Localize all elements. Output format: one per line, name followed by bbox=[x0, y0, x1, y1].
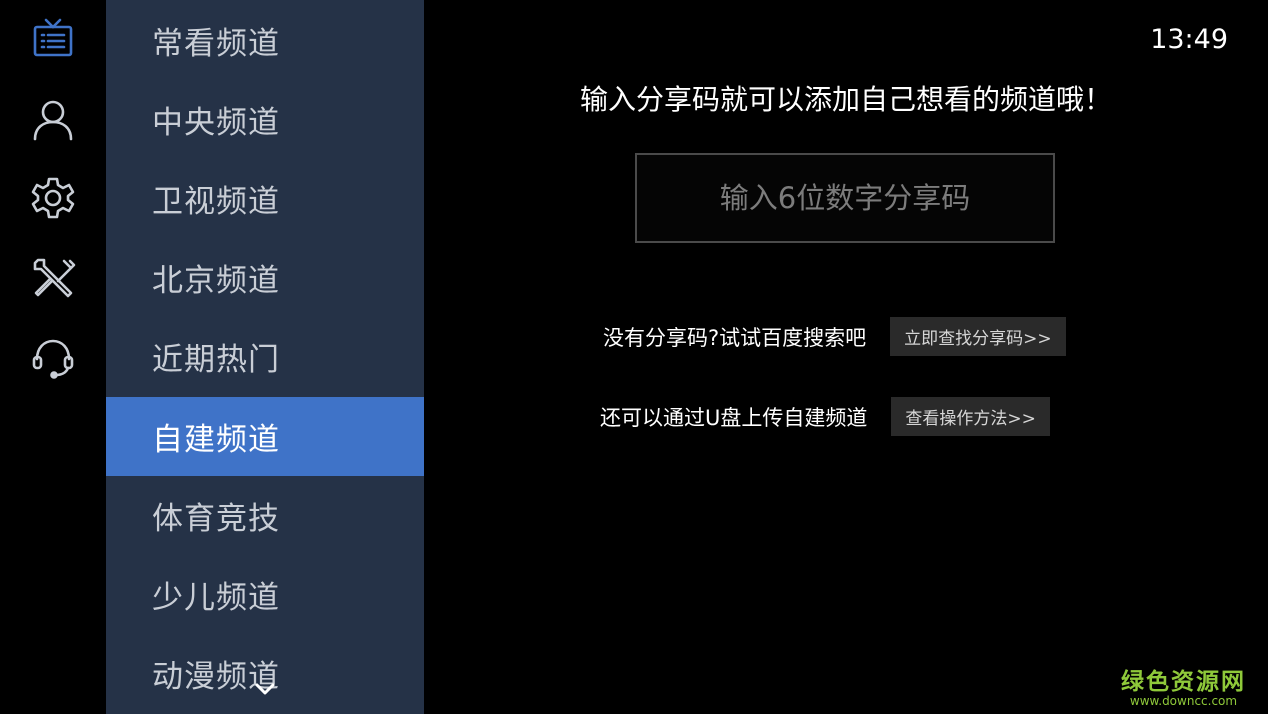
gear-icon bbox=[31, 177, 75, 219]
icon-rail bbox=[0, 0, 106, 714]
menu-item-satellite[interactable]: 卫视频道 bbox=[106, 159, 424, 238]
menu-item-custom[interactable]: 自建频道 bbox=[106, 397, 424, 476]
rail-item-support[interactable] bbox=[28, 332, 78, 382]
search-hint-row: 没有分享码?试试百度搜索吧 立即查找分享码>> bbox=[603, 317, 1066, 356]
channel-menu: 常看频道 中央频道 卫视频道 北京频道 近期热门 自建频道 体育竞技 少儿频道 … bbox=[106, 0, 424, 714]
chevron-down-icon[interactable] bbox=[254, 682, 276, 698]
view-instructions-button[interactable]: 查看操作方法>> bbox=[891, 397, 1050, 436]
find-share-code-button[interactable]: 立即查找分享码>> bbox=[890, 317, 1066, 356]
watermark-url: www.downcc.com bbox=[1129, 694, 1238, 708]
usb-hint-text: 还可以通过U盘上传自建频道 bbox=[600, 405, 868, 430]
search-hint-text: 没有分享码?试试百度搜索吧 bbox=[603, 325, 867, 350]
menu-item-trending[interactable]: 近期热门 bbox=[106, 317, 424, 396]
menu-item-sports[interactable]: 体育竞技 bbox=[106, 476, 424, 555]
clock: 13:49 bbox=[1150, 24, 1228, 55]
headset-icon bbox=[32, 339, 74, 379]
screen: 常看频道 中央频道 卫视频道 北京频道 近期热门 自建频道 体育竞技 少儿频道 … bbox=[0, 0, 1268, 714]
menu-item-kids[interactable]: 少儿频道 bbox=[106, 555, 424, 634]
menu-item-cctv[interactable]: 中央频道 bbox=[106, 80, 424, 159]
usb-hint-row: 还可以通过U盘上传自建频道 查看操作方法>> bbox=[600, 397, 1050, 436]
menu-item-frequent[interactable]: 常看频道 bbox=[106, 1, 424, 80]
rail-item-user[interactable] bbox=[28, 94, 78, 144]
user-icon bbox=[33, 100, 73, 141]
page-title: 输入分享码就可以添加自己想看的频道哦！ bbox=[579, 83, 1112, 116]
rail-item-settings[interactable] bbox=[28, 173, 78, 223]
watermark: 绿色资源网 www.downcc.com bbox=[1121, 662, 1246, 708]
rail-item-tv[interactable] bbox=[28, 14, 78, 64]
menu-item-anime[interactable]: 动漫频道 bbox=[106, 634, 424, 713]
menu-item-beijing[interactable]: 北京频道 bbox=[106, 238, 424, 317]
watermark-title: 绿色资源网 bbox=[1121, 669, 1246, 695]
tools-icon bbox=[33, 258, 76, 298]
tv-icon bbox=[33, 18, 73, 57]
share-code-input[interactable] bbox=[635, 153, 1055, 243]
rail-item-tools[interactable] bbox=[28, 253, 78, 303]
